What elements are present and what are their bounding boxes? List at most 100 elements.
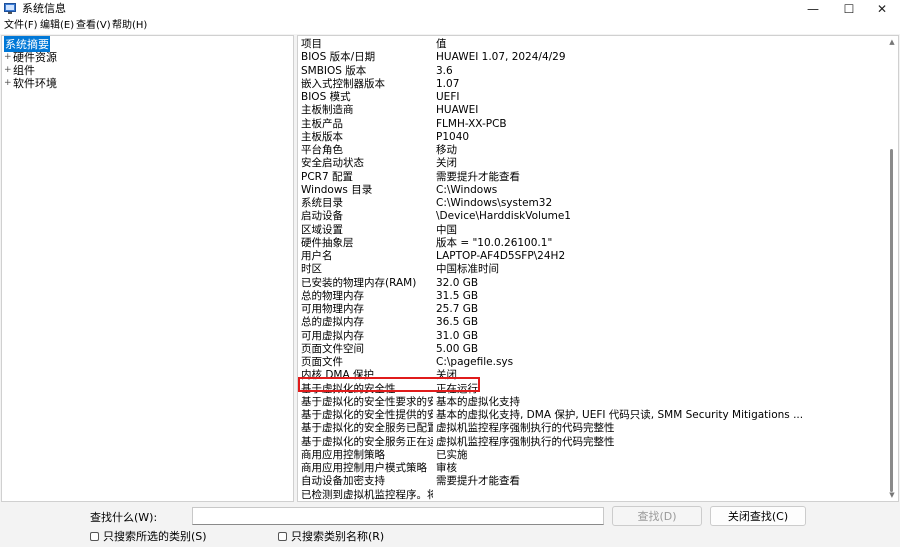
table-row[interactable]: 总的物理内存 31.5 GB bbox=[300, 290, 884, 303]
column-header-item: 项目 bbox=[301, 38, 322, 50]
table-row[interactable]: BIOS 模式 UEFI bbox=[300, 91, 884, 104]
checkbox-box[interactable] bbox=[278, 531, 287, 541]
search-category-names-checkbox[interactable]: 只搜索类别名称(R) bbox=[278, 529, 384, 543]
cell-value: 已实施 bbox=[436, 448, 468, 461]
find-button[interactable]: 查找(D) bbox=[612, 506, 702, 526]
search-selected-category-checkbox[interactable]: 只搜索所选的类别(S) bbox=[90, 529, 207, 543]
cell-item: 基于虚拟化的安全性要求的安... bbox=[301, 395, 433, 408]
cell-item: SMBIOS 版本 bbox=[301, 64, 367, 77]
cell-value: 25.7 GB bbox=[436, 303, 479, 315]
tree-item-software-environment[interactable]: + 软件环境 bbox=[4, 76, 58, 90]
cell-value: 需要提升才能查看 bbox=[436, 475, 520, 488]
column-header-value: 值 bbox=[436, 38, 447, 50]
table-header-row[interactable]: 项目 值 bbox=[300, 38, 884, 51]
cell-item: 主板产品 bbox=[301, 117, 343, 130]
table-row[interactable]: 基于虚拟化的安全性 正在运行 bbox=[300, 383, 884, 396]
table-row[interactable]: 基于虚拟化的安全性要求的安... 基本的虚拟化支持 bbox=[300, 396, 884, 409]
menu-help[interactable]: 帮助(H) bbox=[112, 19, 147, 33]
maximize-button[interactable]: ☐ bbox=[831, 0, 867, 18]
table-row[interactable]: SMBIOS 版本 3.6 bbox=[300, 65, 884, 78]
cell-value: 审核 bbox=[436, 462, 457, 474]
table-row[interactable]: 已检测到虚拟机监控程序。将... bbox=[300, 489, 884, 502]
scroll-down-icon[interactable]: ▼ bbox=[886, 490, 898, 500]
close-find-button[interactable]: 关闭查找(C) bbox=[710, 506, 806, 526]
find-input[interactable] bbox=[192, 507, 604, 525]
cell-value: 31.5 GB bbox=[436, 289, 479, 302]
cell-item: 基于虚拟化的安全性提供的安... bbox=[301, 409, 433, 421]
menu-file[interactable]: 文件(F) bbox=[4, 19, 38, 33]
table-row[interactable]: 已安装的物理内存(RAM) 32.0 GB bbox=[300, 277, 884, 290]
cell-item: 系统目录 bbox=[301, 197, 343, 209]
table-row[interactable]: 主板版本 P1040 bbox=[300, 131, 884, 144]
cell-item: 总的物理内存 bbox=[301, 289, 364, 302]
table-row[interactable]: 总的虚拟内存 36.5 GB bbox=[300, 316, 884, 329]
cell-item: Windows 目录 bbox=[301, 183, 373, 196]
table-row[interactable]: 区域设置 中国 bbox=[300, 224, 884, 237]
cell-value: 3.6 bbox=[436, 64, 453, 77]
find-bar: 查找什么(W): 查找(D) 关闭查找(C) 只搜索所选的类别(S) 只搜索类别… bbox=[0, 503, 900, 547]
cell-value: 移动 bbox=[436, 144, 457, 156]
table-row[interactable]: 页面文件 C:\pagefile.sys bbox=[300, 356, 884, 369]
scroll-thumb[interactable] bbox=[890, 149, 893, 492]
table-row[interactable]: 用户名 LAPTOP-AF4D5SFP\24H2 bbox=[300, 250, 884, 263]
table-row[interactable]: 可用物理内存 25.7 GB bbox=[300, 303, 884, 316]
menu-edit[interactable]: 编辑(E) bbox=[40, 19, 74, 33]
cell-item: 硬件抽象层 bbox=[301, 236, 354, 249]
expand-icon[interactable]: + bbox=[4, 78, 12, 88]
cell-value: 需要提升才能查看 bbox=[436, 170, 520, 183]
title-bar: 系统信息 — ☐ ✕ bbox=[0, 0, 900, 18]
table-row[interactable]: BIOS 版本/日期 HUAWEI 1.07, 2024/4/29 bbox=[300, 51, 884, 64]
close-button[interactable]: ✕ bbox=[864, 0, 900, 18]
cell-item: 可用虚拟内存 bbox=[301, 329, 364, 342]
cell-item: 基于虚拟化的安全服务已配置 bbox=[301, 422, 433, 435]
checkbox-label: 只搜索类别名称(R) bbox=[291, 530, 385, 543]
table-row[interactable]: 可用虚拟内存 31.0 GB bbox=[300, 330, 884, 343]
table-row[interactable]: 自动设备加密支持 需要提升才能查看 bbox=[300, 475, 884, 488]
table-row[interactable]: 启动设备 \Device\HarddiskVolume1 bbox=[300, 210, 884, 223]
cell-item: 商用应用控制策略 bbox=[301, 448, 385, 461]
table-row[interactable]: Windows 目录 C:\Windows bbox=[300, 184, 884, 197]
checkbox-box[interactable] bbox=[90, 531, 99, 541]
category-tree[interactable]: 系统摘要 + 硬件资源 + 组件 + 软件环境 bbox=[1, 35, 294, 502]
cell-item: 基于虚拟化的安全服务正在运行 bbox=[301, 435, 433, 448]
table-row[interactable]: 嵌入式控制器版本 1.07 bbox=[300, 78, 884, 91]
cell-item: 平台角色 bbox=[301, 144, 343, 156]
menu-view[interactable]: 查看(V) bbox=[76, 19, 111, 33]
cell-item: 已检测到虚拟机监控程序。将... bbox=[301, 488, 433, 501]
details-list[interactable]: 项目 值 BIOS 版本/日期 HUAWEI 1.07, 2024/4/29 SMBIO… bbox=[297, 35, 899, 502]
table-row[interactable]: PCR7 配置 需要提升才能查看 bbox=[300, 171, 884, 184]
cell-item: 页面文件空间 bbox=[301, 342, 364, 355]
table-row[interactable]: 主板制造商 HUAWEI bbox=[300, 104, 884, 117]
table-row[interactable]: 商用应用控制用户模式策略 审核 bbox=[300, 462, 884, 475]
table-row[interactable]: 内核 DMA 保护 关闭 bbox=[300, 369, 884, 382]
table-row[interactable]: 商用应用控制策略 已实施 bbox=[300, 449, 884, 462]
cell-value: 虚拟机监控程序强制执行的代码完整性 bbox=[436, 422, 615, 435]
cell-item: 安全启动状态 bbox=[301, 157, 364, 170]
cell-value: UEFI bbox=[436, 91, 460, 103]
table-row[interactable]: 时区 中国标准时间 bbox=[300, 263, 884, 276]
scroll-up-icon[interactable]: ▲ bbox=[886, 37, 898, 47]
table-row[interactable]: 页面文件空间 5.00 GB bbox=[300, 343, 884, 356]
cell-value: 正在运行 bbox=[436, 382, 478, 395]
table-row[interactable]: 基于虚拟化的安全服务正在运行虚拟机监控程序强制执行的代码完整性 bbox=[300, 436, 884, 449]
minimize-icon: — bbox=[807, 2, 819, 16]
table-row[interactable]: 系统目录 C:\Windows\system32 bbox=[300, 197, 884, 210]
cell-value: FLMH-XX-PCB bbox=[436, 117, 507, 130]
cell-item: 主板版本 bbox=[301, 130, 343, 143]
table-row[interactable]: 硬件抽象层 版本 = "10.0.26100.1" bbox=[300, 237, 884, 250]
table-row[interactable]: 基于虚拟化的安全服务已配置 虚拟机监控程序强制执行的代码完整性 bbox=[300, 422, 884, 435]
cell-value: 32.0 GB bbox=[436, 276, 479, 289]
expand-icon[interactable]: + bbox=[4, 65, 12, 75]
minimize-button[interactable]: — bbox=[795, 0, 831, 18]
table-row[interactable]: 安全启动状态 关闭 bbox=[300, 157, 884, 170]
cell-item: 主板制造商 bbox=[301, 104, 354, 117]
table-row[interactable]: 平台角色 移动 bbox=[300, 144, 884, 157]
table-row[interactable]: 主板产品 FLMH-XX-PCB bbox=[300, 118, 884, 131]
tree-item-label: 软件环境 bbox=[13, 76, 57, 90]
expand-icon[interactable]: + bbox=[4, 52, 12, 62]
vertical-scrollbar[interactable]: ▲ ▼ bbox=[886, 36, 898, 501]
cell-value: 关闭 bbox=[436, 369, 457, 382]
cell-item: 自动设备加密支持 bbox=[301, 475, 385, 488]
table-row[interactable]: 基于虚拟化的安全性提供的安... 基本的虚拟化支持, DMA 保护, UEFI 代… bbox=[300, 409, 884, 422]
cell-item: 内核 DMA 保护 bbox=[301, 369, 375, 382]
